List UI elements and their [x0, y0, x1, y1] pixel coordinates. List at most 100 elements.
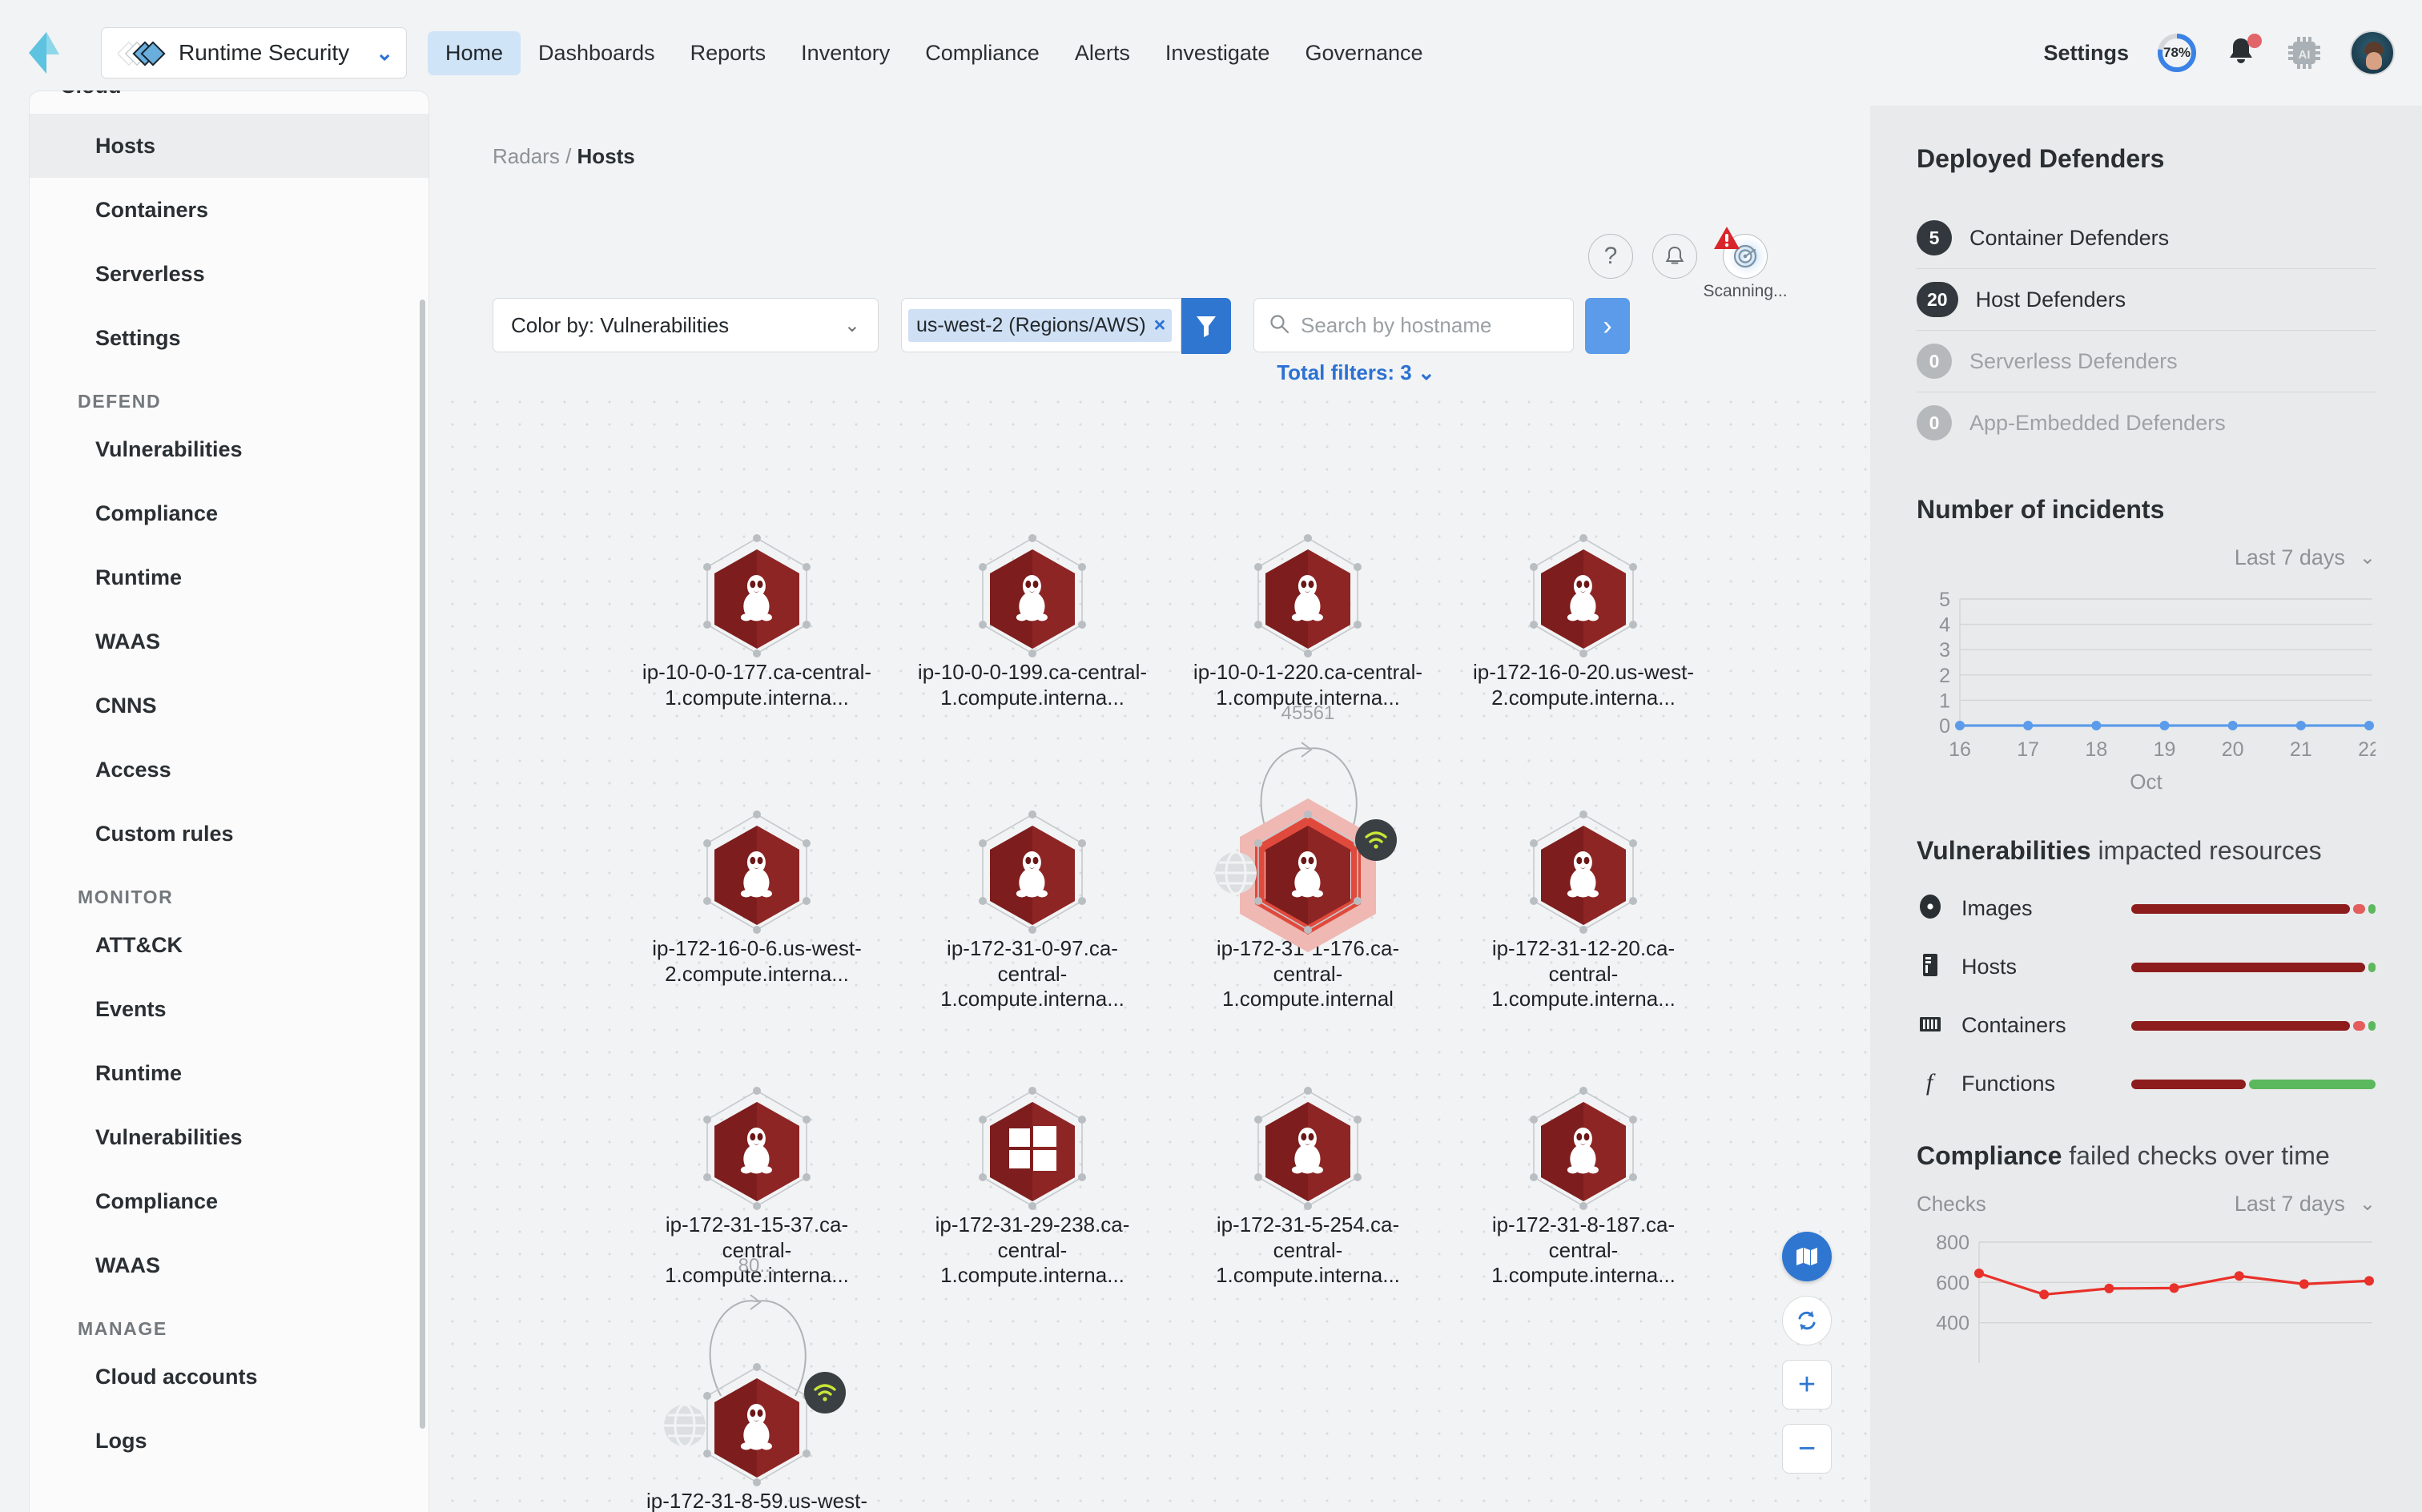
node-hexagon[interactable]: 80... — [710, 1375, 804, 1481]
sidebar-item-access[interactable]: Access — [30, 738, 428, 802]
sidebar-item-vulnerabilities[interactable]: Vulnerabilities — [30, 1105, 428, 1169]
radar-node[interactable]: ip-172-31-8-187.ca-central-1.compute.int… — [1463, 1099, 1704, 1289]
close-icon[interactable]: × — [1154, 314, 1166, 337]
radar-node[interactable]: ip-172-31-29-238.ca-central-1.compute.in… — [912, 1099, 1153, 1289]
breadcrumb-root[interactable]: Radars — [493, 144, 560, 168]
radar-node[interactable]: ip-172-31-5-254.ca-central-1.compute.int… — [1188, 1099, 1428, 1289]
incidents-range-select[interactable]: Last 7 days ⌄ — [1917, 545, 2376, 570]
hostname-search[interactable]: Search by hostname — [1253, 298, 1574, 352]
sidebar-item-compliance[interactable]: Compliance — [30, 1169, 428, 1233]
defender-row[interactable]: 5Container Defenders — [1917, 207, 2376, 269]
filter-view-input[interactable]: us-west-2 (Regions/AWS) × Filter view — [901, 298, 1181, 352]
node-hexagon[interactable] — [985, 546, 1080, 652]
node-hexagon[interactable] — [1536, 1099, 1631, 1204]
settings-link[interactable]: Settings — [2043, 41, 2129, 66]
filter-chip[interactable]: us-west-2 (Regions/AWS) × — [908, 309, 1172, 342]
sidebar-item-settings[interactable]: Settings — [30, 306, 428, 370]
incidents-chart[interactable]: 01234516171819202122 Oct — [1917, 585, 2376, 794]
node-hexagon[interactable] — [1536, 822, 1631, 928]
node-hexagon[interactable] — [985, 822, 1080, 928]
map-view-button[interactable] — [1782, 1232, 1832, 1281]
sidebar-scrollbar[interactable] — [420, 300, 425, 1429]
node-hexagon[interactable] — [710, 1099, 804, 1204]
refresh-button[interactable] — [1782, 1296, 1832, 1345]
sidebar-item-compliance[interactable]: Compliance — [30, 481, 428, 545]
sidebar-item-cnns[interactable]: CNNS — [30, 674, 428, 738]
zoom-in-button[interactable]: + — [1782, 1360, 1832, 1409]
sidebar-item-vulnerabilities[interactable]: Vulnerabilities — [30, 417, 428, 481]
sidebar-item-custom-rules[interactable]: Custom rules — [30, 802, 428, 866]
vulnerability-row[interactable]: Hosts — [1917, 951, 2376, 983]
sidebar-item-cloud[interactable]: Cloud — [60, 90, 121, 99]
vulnerability-row[interactable]: fFunctions — [1917, 1068, 2376, 1100]
zoom-out-button[interactable]: − — [1782, 1424, 1832, 1474]
vulnerability-row[interactable]: Containers — [1917, 1010, 2376, 1041]
nav-item-home[interactable]: Home — [428, 31, 521, 75]
notifications-button[interactable] — [2225, 34, 2259, 71]
radar-node[interactable]: ip-10-0-1-220.ca-central-1.compute.inter… — [1188, 546, 1428, 710]
nav-item-inventory[interactable]: Inventory — [783, 31, 907, 75]
svg-text:4: 4 — [1939, 614, 1950, 637]
ai-assistant-icon[interactable]: AI — [2286, 35, 2323, 70]
chevron-down-icon[interactable]: ⌄ — [376, 42, 393, 63]
node-hexagon[interactable]: 45561 — [1261, 822, 1355, 928]
radar-node[interactable]: ip-172-31-0-97.ca-central-1.compute.inte… — [912, 822, 1153, 1012]
apply-filter-button[interactable] — [1181, 298, 1231, 354]
node-hexagon[interactable] — [1536, 546, 1631, 652]
sidebar-item-events[interactable]: Events — [30, 977, 428, 1041]
radar-node[interactable]: ip-10-0-0-177.ca-central-1.compute.inter… — [637, 546, 877, 710]
sidebar-item-att-ck[interactable]: ATT&CK — [30, 913, 428, 977]
help-button[interactable]: ? — [1588, 234, 1633, 279]
vulnerability-row[interactable]: Images — [1917, 893, 2376, 924]
svg-text:400: 400 — [1936, 1313, 1969, 1335]
sidebar-item-serverless[interactable]: Serverless — [30, 242, 428, 306]
nav-item-compliance[interactable]: Compliance — [907, 31, 1057, 75]
nav-item-investigate[interactable]: Investigate — [1148, 31, 1288, 75]
sidebar-item-waas[interactable]: WAAS — [30, 609, 428, 674]
nav-item-dashboards[interactable]: Dashboards — [521, 31, 673, 75]
svg-text:1: 1 — [1939, 690, 1950, 712]
compliance-title-bold: Compliance — [1917, 1141, 2062, 1170]
node-hexagon[interactable] — [710, 546, 804, 652]
sidebar-item-runtime[interactable]: Runtime — [30, 1041, 428, 1105]
app-logo[interactable] — [27, 30, 66, 75]
search-icon — [1269, 313, 1289, 338]
sidebar-item-waas[interactable]: WAAS — [30, 1233, 428, 1297]
node-hexagon[interactable] — [1261, 546, 1355, 652]
sidebar-item-logs[interactable]: Logs — [30, 1409, 428, 1473]
svg-text:21: 21 — [2290, 738, 2312, 761]
radar-node[interactable]: ip-10-0-0-199.ca-central-1.compute.inter… — [912, 546, 1153, 710]
color-by-select[interactable]: Color by: Vulnerabilities ⌄ — [493, 298, 879, 352]
progress-ring[interactable]: 78% — [2156, 32, 2198, 74]
nav-item-alerts[interactable]: Alerts — [1057, 31, 1148, 75]
radar-node[interactable]: ip-172-16-0-20.us-west-2.compute.interna… — [1463, 546, 1704, 710]
node-hexagon[interactable] — [1261, 1099, 1355, 1204]
nav-item-governance[interactable]: Governance — [1287, 31, 1440, 75]
nav-item-reports[interactable]: Reports — [673, 31, 784, 75]
defender-row[interactable]: 20Host Defenders — [1917, 269, 2376, 331]
radar-node[interactable]: ip-172-31-12-20.ca-central-1.compute.int… — [1463, 822, 1704, 1012]
defender-row[interactable]: 0App-Embedded Defenders — [1917, 392, 2376, 453]
radar-canvas[interactable]: ip-10-0-0-177.ca-central-1.compute.inter… — [437, 386, 1870, 1512]
radar-node[interactable]: ip-172-16-0-6.us-west-2.compute.interna.… — [637, 822, 877, 987]
radar-alerts-button[interactable] — [1652, 234, 1697, 279]
node-hexagon[interactable] — [985, 1099, 1080, 1204]
tenant-selector[interactable]: Runtime Security ⌄ — [101, 27, 407, 78]
sidebar-item-containers[interactable]: Containers — [30, 178, 428, 242]
compliance-range-select[interactable]: Last 7 days ⌄ — [2235, 1192, 2376, 1216]
scanning-label: Scanning... — [1703, 282, 1787, 301]
radar-node[interactable]: 45561 ip-172-31-1-176.ca-central-1.compu… — [1188, 822, 1428, 1012]
sidebar-item-cloud-accounts[interactable]: Cloud accounts — [30, 1345, 428, 1409]
svg-text:800: 800 — [1936, 1232, 1969, 1254]
user-avatar[interactable] — [2350, 30, 2395, 75]
vulnerability-bar — [2131, 1021, 2376, 1031]
compliance-chart[interactable]: 800600400 — [1917, 1231, 2376, 1375]
node-hexagon[interactable] — [710, 822, 804, 928]
scanning-status[interactable]: Scanning... — [1716, 234, 1774, 301]
sidebar-item-hosts[interactable]: Hosts — [30, 114, 428, 178]
sidebar-item-runtime[interactable]: Runtime — [30, 545, 428, 609]
radar-node[interactable]: 80... ip-172-31-8-59.us-west-1.compute.i… — [637, 1375, 877, 1512]
total-filters-toggle[interactable]: Total filters: 3 ⌄ — [1277, 360, 1435, 385]
expand-panel-button[interactable]: › — [1585, 298, 1630, 354]
defender-row[interactable]: 0Serverless Defenders — [1917, 331, 2376, 392]
